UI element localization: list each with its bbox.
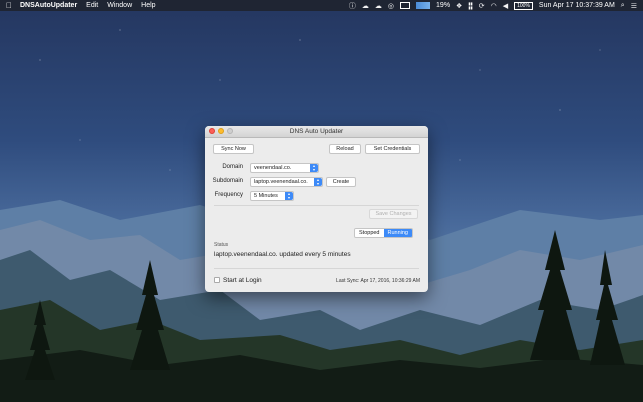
menu-edit[interactable]: Edit [86,2,98,9]
start-at-login-label[interactable]: Start at Login [223,277,262,284]
network-icon[interactable]: ▮▮ ▮▮ [468,1,472,10]
frequency-label: Frequency [214,192,243,198]
title-bar[interactable]: DNS Auto Updater [205,126,428,138]
apple-icon[interactable]:  [6,1,12,10]
minimize-icon[interactable] [218,128,224,134]
subdomain-select[interactable]: laptop.veenendaal.co. ▴ ▾ [250,177,323,187]
create-button[interactable]: Create [326,177,356,187]
cpu-graph-icon[interactable] [416,2,431,9]
divider [214,205,419,206]
list-icon[interactable]: ☰ [631,2,637,10]
frequency-value: 5 Minutes [254,193,278,199]
clock[interactable]: Sun Apr 17 10:37:39 AM [539,2,615,9]
domain-select[interactable]: veenendaal.co. ▴ ▾ [250,163,319,173]
menu-app-name[interactable]: DNSAutoUpdater [20,2,77,9]
save-changes-button[interactable]: Save Changes [369,209,418,219]
close-icon[interactable] [209,128,215,134]
status-menus: ⓘ ☁ ☁ ◎ 19% ❖ ▮▮ ▮▮ ⟳ ◠ ◀ 100% Sun Apr 17… [349,1,637,11]
cloud-icon[interactable]: ☁ [362,2,369,10]
stopped-segment[interactable]: Stopped [355,229,384,237]
window-controls [209,128,233,134]
cloud-icon[interactable]: ☁ [375,2,382,10]
circle-icon[interactable]: ◎ [388,2,394,10]
wifi-icon[interactable]: ◠ [491,2,497,10]
run-state-segmented-control: Stopped Running [354,228,413,238]
subdomain-value: laptop.veenendaal.co. [254,179,308,185]
info-icon[interactable]: ⓘ [349,1,356,11]
chevron-updown-icon: ▴ ▾ [310,164,318,172]
dropbox-icon[interactable]: ❖ [456,2,462,10]
dns-auto-updater-window: DNS Auto Updater Sync Now Reload Set Cre… [205,126,428,292]
sync-icon[interactable]: ⟳ [479,2,485,10]
zoom-icon[interactable] [227,128,233,134]
reload-button[interactable]: Reload [329,144,361,154]
set-credentials-button[interactable]: Set Credentials [365,144,420,154]
start-at-login-checkbox[interactable] [214,277,220,283]
frequency-select[interactable]: 5 Minutes ▴ ▾ [250,191,294,201]
last-sync-text: Last Sync: Apr 17, 2016, 10:36:29 AM [336,278,420,284]
menu-window[interactable]: Window [107,2,132,9]
status-heading: Status [214,242,229,248]
chevron-updown-icon: ▴ ▾ [285,192,293,200]
search-icon[interactable]: ⌕ [621,2,625,10]
running-segment[interactable]: Running [383,229,412,237]
sync-now-button[interactable]: Sync Now [213,144,254,154]
domain-label: Domain [222,164,243,170]
battery-percent[interactable]: 19% [436,2,450,9]
menu-help[interactable]: Help [141,2,155,9]
subdomain-label: Subdomain [212,178,243,184]
chevron-updown-icon: ▴ ▾ [314,178,322,186]
window-title: DNS Auto Updater [289,128,344,135]
divider [214,268,419,269]
volume-icon[interactable]: ◀ [503,2,508,10]
status-text: laptop.veenendaal.co. updated every 5 mi… [214,251,351,258]
monitor-icon[interactable] [400,2,411,9]
menu-bar:  DNSAutoUpdater Edit Window Help ⓘ ☁ ☁ … [0,0,643,11]
battery-icon[interactable]: 100% [514,1,533,10]
domain-value: veenendaal.co. [254,165,292,171]
